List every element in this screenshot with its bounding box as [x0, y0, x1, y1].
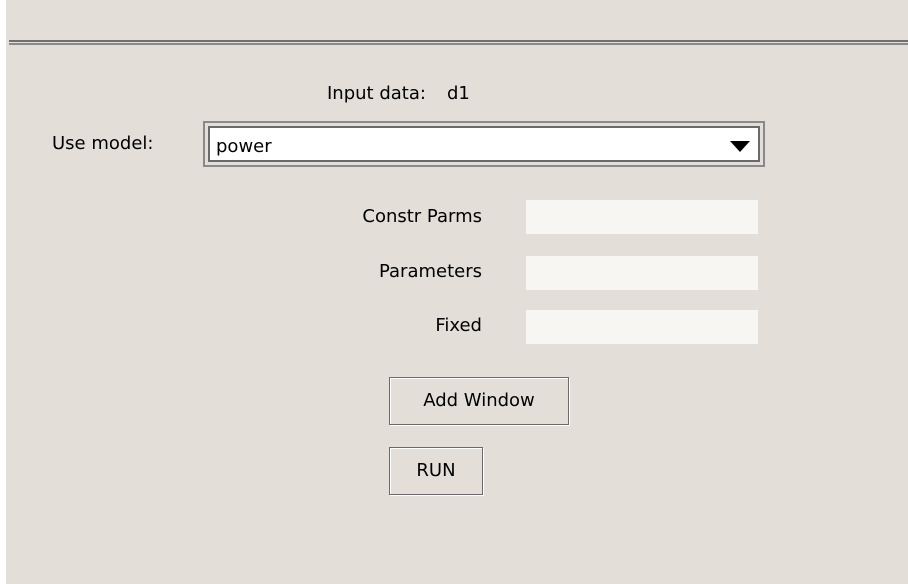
constr-parms-label: Constr Parms: [362, 206, 482, 227]
parameters-field[interactable]: [526, 256, 758, 290]
triangle-down-icon[interactable]: [730, 141, 750, 152]
constr-parms-field[interactable]: [526, 200, 758, 234]
add-window-button[interactable]: Add Window: [389, 377, 569, 425]
model-select[interactable]: power: [203, 121, 765, 167]
separator-line-shadow: [9, 43, 908, 45]
model-select-value: power: [216, 136, 272, 157]
run-button[interactable]: RUN: [389, 447, 483, 495]
input-data-label: Input data:: [327, 83, 426, 104]
fixed-field[interactable]: [526, 310, 758, 344]
model-select-field[interactable]: power: [208, 126, 760, 162]
window-left-edge: [0, 0, 6, 584]
use-model-label: Use model:: [52, 133, 154, 154]
parameters-label: Parameters: [378, 261, 482, 282]
fixed-label: Fixed: [435, 315, 482, 336]
input-data-value: d1: [447, 83, 470, 104]
separator-line: [9, 40, 908, 42]
